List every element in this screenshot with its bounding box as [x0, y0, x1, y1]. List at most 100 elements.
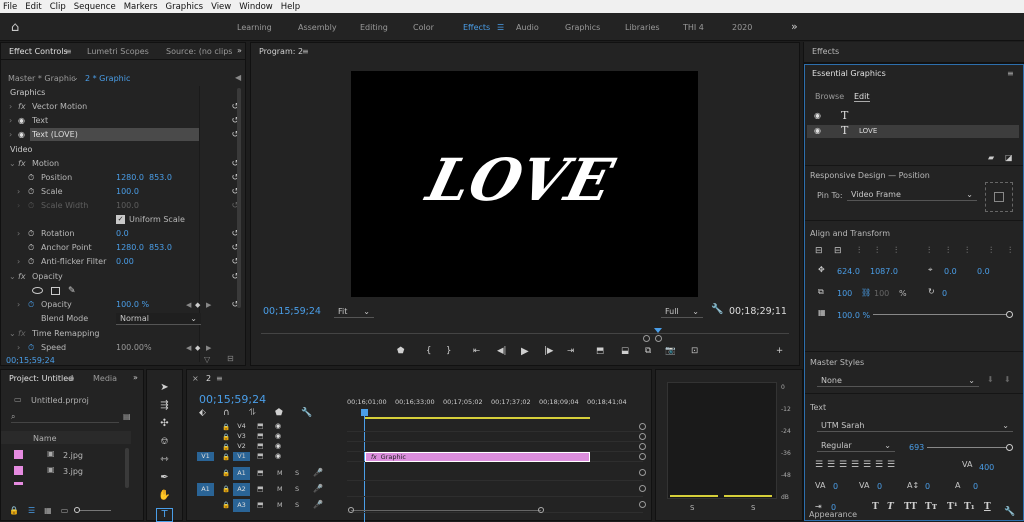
close-icon[interactable]: × [192, 374, 199, 383]
align-right-icon[interactable]: ☰ [839, 460, 847, 470]
playhead-marker[interactable] [654, 328, 662, 333]
mark-in-icon[interactable]: { [426, 346, 431, 356]
rectangle-mask-icon[interactable] [51, 286, 60, 295]
track-end[interactable] [639, 501, 646, 508]
menu-item-view[interactable]: View [211, 2, 231, 12]
italic-button[interactable]: T [887, 502, 894, 512]
eye-icon[interactable]: ◉ [814, 126, 821, 135]
hand-icon[interactable]: ✋ [156, 490, 173, 504]
project-item[interactable]: ▣ 2.jpg [1, 448, 131, 462]
all-caps-button[interactable]: TT [904, 502, 917, 512]
anchor-x-value[interactable]: 1280.0 [116, 243, 144, 252]
stopwatch-icon[interactable]: ⏱ [28, 343, 34, 353]
position-y-value[interactable]: 853.0 [149, 173, 172, 182]
kern-value[interactable]: 0 [877, 482, 882, 491]
menu-item-edit[interactable]: Edit [25, 2, 41, 12]
blend-mode-dropdown[interactable]: Normal ⌄ [116, 312, 201, 325]
track-end[interactable] [639, 469, 646, 476]
text-love-row[interactable]: › ◉ Text (LOVE) ↺ [1, 128, 239, 141]
type-tool-icon[interactable]: T [156, 508, 173, 522]
razor-icon[interactable]: ⎊ [156, 436, 173, 450]
workspace-tab-graphics[interactable]: Graphics [565, 23, 600, 32]
master-clip-label[interactable]: Master * Graphic [8, 74, 76, 83]
stopwatch-icon[interactable]: ⏱ [28, 243, 34, 253]
program-monitor-title[interactable]: Program: 2 [259, 47, 303, 56]
eg-anchor-y[interactable]: 0.0 [977, 267, 990, 276]
solo-right-button[interactable]: S [751, 504, 755, 512]
extract-icon[interactable]: ⬓ [621, 346, 629, 356]
track-label[interactable]: V2 [233, 442, 250, 451]
add-marker-icon[interactable]: ⬟ [397, 346, 404, 356]
align-left-icon[interactable]: ☰ [815, 460, 823, 470]
position-x-value[interactable]: 1280.0 [116, 173, 144, 182]
microphone-icon[interactable]: 🎤 [313, 468, 323, 477]
timeline-settings-icon[interactable]: 🔧 [301, 408, 312, 418]
font-style-dropdown[interactable]: Regular ⌄ [817, 440, 895, 452]
export-frame-icon[interactable]: 📷 [665, 346, 676, 356]
source-patch-a1[interactable]: A1 [197, 483, 214, 496]
workspace-tab-color[interactable]: Color [413, 23, 434, 32]
workspace-tab-thi-4[interactable]: THI 4 [683, 23, 704, 32]
menu-item-file[interactable]: File [3, 2, 17, 12]
push-style-icon[interactable]: ⬇ [987, 375, 994, 384]
workspace-tab-editing[interactable]: Editing [360, 23, 388, 32]
sync-lock-icon[interactable]: ⬒ [257, 422, 264, 430]
video-track-v4[interactable]: 🔒 V4 ⬒ ◉ [187, 422, 653, 432]
panel-menu-icon[interactable]: ≡ [216, 374, 223, 383]
solo-button[interactable]: S [295, 501, 299, 509]
eye-icon[interactable]: ◉ [18, 116, 25, 125]
opacity-slider[interactable] [873, 311, 1013, 318]
vector-motion-row[interactable]: › fx Vector Motion ↺ [1, 100, 239, 113]
tracking-value[interactable]: 400 [979, 463, 994, 472]
video-track-v3[interactable]: 🔒 V3 ⬒ ◉ [187, 432, 653, 442]
stopwatch-icon[interactable]: ⏱ [28, 229, 34, 239]
lock-icon[interactable]: 🔒 [222, 485, 230, 493]
eg-rotation[interactable]: 0 [942, 289, 947, 298]
source-patch-v1[interactable]: V1 [197, 452, 214, 461]
tab-edit[interactable]: Edit [854, 92, 870, 102]
sync-style-icon[interactable]: ⬇ [1004, 375, 1011, 384]
microphone-icon[interactable]: 🎤 [313, 500, 323, 509]
go-to-in-icon[interactable]: ⇤ [473, 346, 480, 356]
layer-row-love[interactable]: ◉ T LOVE [807, 124, 1019, 138]
lock-icon[interactable]: 🔒 [222, 501, 230, 509]
solo-left-button[interactable]: S [690, 504, 694, 512]
add-keyframe-icon[interactable]: ◆ [195, 301, 200, 309]
align-to-selection-icon[interactable]: ⊟ [815, 246, 823, 256]
workspace-menu-icon[interactable]: ☰ [497, 23, 504, 32]
sync-lock-icon[interactable]: ⬒ [257, 501, 264, 509]
insert-icon[interactable]: ⧉ [645, 346, 651, 356]
justify-right-icon[interactable]: ☰ [875, 460, 883, 470]
track-label[interactable]: A3 [233, 499, 250, 512]
linked-selection-icon[interactable]: ⥮ [249, 408, 256, 418]
align-horizontal-bottom-icon[interactable]: ⫶ [966, 246, 968, 256]
essential-graphics-title[interactable]: Essential Graphics [812, 69, 886, 78]
scale-value[interactable]: 100.0 [116, 187, 139, 196]
uniform-scale-checkbox[interactable]: ✓ [116, 215, 125, 224]
kern-value[interactable]: 0 [833, 482, 838, 491]
new-layer-icon[interactable]: ◪ [1005, 153, 1013, 162]
tab-effect-controls[interactable]: Effect Controls [9, 47, 68, 56]
workspace-tab-audio[interactable]: Audio [516, 23, 539, 32]
column-name[interactable]: Name [33, 434, 57, 443]
eg-position-y[interactable]: 1087.0 [870, 267, 898, 276]
work-area-bar[interactable] [365, 417, 590, 419]
sync-lock-icon[interactable]: ⬒ [257, 469, 264, 477]
font-dropdown[interactable]: UTM Sarah ⌄ [817, 420, 1013, 432]
justify-center-icon[interactable]: ☰ [863, 460, 871, 470]
microphone-icon[interactable]: 🎤 [313, 484, 323, 493]
project-search-input[interactable]: ⌕ [11, 412, 119, 423]
track-label[interactable]: A1 [233, 467, 250, 480]
track-select-icon[interactable]: ⇶ [156, 400, 173, 414]
justify-all-icon[interactable]: ☰ [887, 460, 895, 470]
project-item-partial[interactable] [1, 480, 131, 485]
new-group-icon[interactable]: ▰ [988, 153, 994, 162]
scrollbar[interactable] [237, 88, 241, 308]
eye-icon[interactable]: ◉ [275, 422, 281, 430]
stopwatch-icon[interactable]: ⏱ [28, 173, 34, 183]
solo-button[interactable]: S [295, 469, 299, 477]
eye-icon[interactable]: ◉ [275, 432, 281, 440]
icon-view-icon[interactable]: ▦ [44, 506, 52, 515]
link-icon[interactable]: ⛓ [861, 288, 871, 297]
stopwatch-icon[interactable]: ⏱ [28, 300, 34, 310]
